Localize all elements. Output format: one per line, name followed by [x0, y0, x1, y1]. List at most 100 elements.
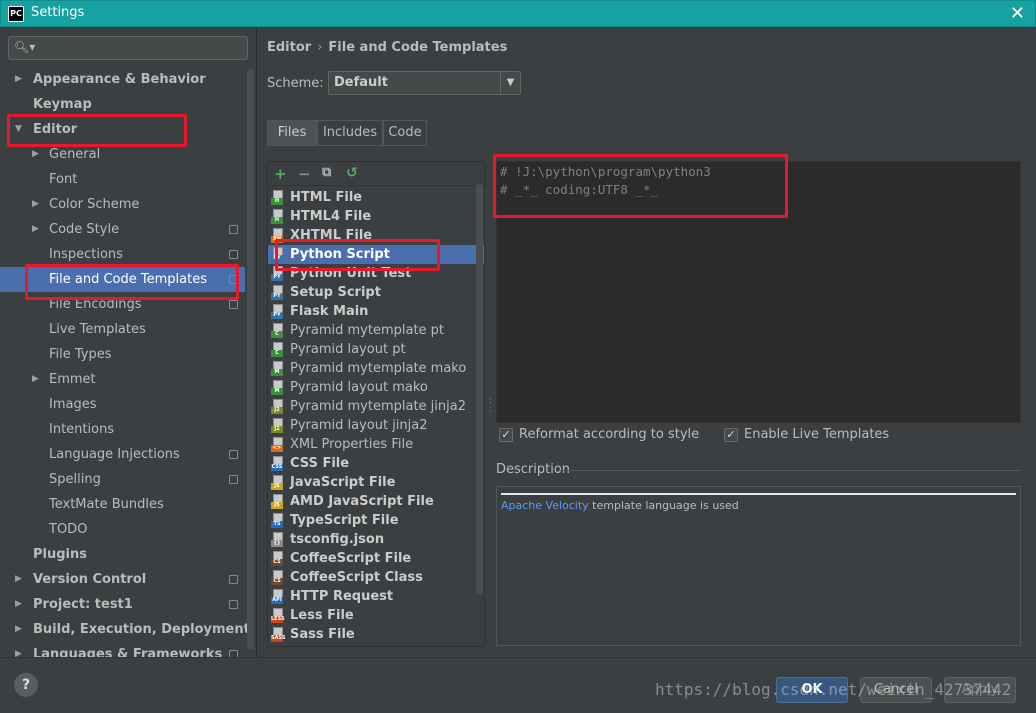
- list-item[interactable]: SASS Sass File: [268, 625, 484, 644]
- tab-includes[interactable]: Includes: [317, 120, 383, 146]
- remove-icon[interactable]: −: [298, 165, 311, 183]
- sidebar-item-file-encodings[interactable]: File Encodings: [0, 292, 245, 317]
- sidebar-item-build-execution-deployment[interactable]: ▶ Build, Execution, Deployment: [0, 617, 250, 642]
- list-item[interactable]: PY Setup Script: [268, 283, 484, 302]
- sidebar-item-images[interactable]: Images: [0, 392, 245, 417]
- file-template-icon: PY: [271, 247, 285, 262]
- expand-right-icon[interactable]: ▶: [15, 567, 22, 592]
- help-button[interactable]: ?: [14, 673, 38, 697]
- templates-list: H HTML File H HTML4 File XH XHTML File PY Pytho…: [268, 188, 484, 644]
- sidebar-item-language-injections[interactable]: Language Injections: [0, 442, 245, 467]
- sidebar-item-color-scheme[interactable]: ▶ Color Scheme: [0, 192, 245, 217]
- list-item[interactable]: XH XHTML File: [268, 226, 484, 245]
- expand-right-icon[interactable]: ▶: [32, 142, 39, 167]
- sidebar-item-todo[interactable]: TODO: [0, 517, 245, 542]
- list-item[interactable]: {} tsconfig.json: [268, 530, 484, 549]
- list-item[interactable]: J2 Pyramid layout jinja2: [268, 416, 484, 435]
- list-item[interactable]: M Pyramid layout mako: [268, 378, 484, 397]
- list-item[interactable]: TS TypeScript File: [268, 511, 484, 530]
- sidebar-item-intentions[interactable]: Intentions: [0, 417, 245, 442]
- sidebar-item-plugins[interactable]: Plugins: [0, 542, 245, 567]
- apache-velocity-link[interactable]: Apache Velocity: [501, 499, 589, 512]
- close-icon[interactable]: ✕: [1010, 3, 1025, 24]
- expand-right-icon[interactable]: ▶: [32, 367, 39, 392]
- list-item[interactable]: M Pyramid mytemplate mako: [268, 359, 484, 378]
- sidebar-item-keymap[interactable]: Keymap: [0, 92, 245, 117]
- breadcrumb-parent[interactable]: Editor: [267, 40, 311, 55]
- divider: [501, 493, 1016, 495]
- list-item[interactable]: JS AMD JavaScript File: [268, 492, 484, 511]
- expand-right-icon[interactable]: ▶: [15, 67, 22, 92]
- list-item[interactable]: PY Python Unit Test: [268, 264, 484, 283]
- expand-right-icon[interactable]: ▶: [15, 617, 22, 642]
- expand-down-icon[interactable]: ▼: [15, 117, 22, 142]
- list-item[interactable]: H HTML4 File: [268, 207, 484, 226]
- list-item[interactable]: J2 Pyramid mytemplate jinja2: [268, 397, 484, 416]
- tab-files[interactable]: Files: [267, 120, 317, 146]
- list-item[interactable]: API HTTP Request: [268, 587, 484, 606]
- file-template-icon: <>: [271, 437, 285, 452]
- expand-right-icon[interactable]: ▶: [15, 592, 22, 617]
- sidebar-item-code-style[interactable]: ▶ Code Style: [0, 217, 245, 242]
- search-input[interactable]: 🔍︎▾: [8, 36, 248, 60]
- splitter-handle[interactable]: · · · ·: [489, 396, 492, 417]
- expand-right-icon[interactable]: ▶: [32, 217, 39, 242]
- list-item[interactable]: PY Flask Main: [268, 302, 484, 321]
- description-box: Apache Velocity template language is use…: [496, 486, 1021, 646]
- sidebar-item-spelling[interactable]: Spelling: [0, 467, 245, 492]
- sidebar-item-appearance-behavior[interactable]: ▶ Appearance & Behavior: [0, 67, 245, 92]
- sidebar-item-file-and-code-templates[interactable]: File and Code Templates: [0, 267, 245, 292]
- description-label: Description: [496, 462, 571, 477]
- templates-scrollbar[interactable]: [476, 184, 483, 594]
- project-settings-icon: [229, 275, 238, 284]
- expand-right-icon[interactable]: ▶: [32, 192, 39, 217]
- code-line: # !J:\python\program\python3: [500, 164, 711, 179]
- chevron-down-icon[interactable]: ▼: [500, 72, 520, 94]
- sidebar-item-inspections[interactable]: Inspections: [0, 242, 245, 267]
- template-editor[interactable]: # !J:\python\program\python3 # _*_ codin…: [496, 161, 1021, 423]
- sidebar-scrollbar[interactable]: [247, 69, 254, 649]
- sidebar-item-font[interactable]: Font: [0, 167, 245, 192]
- list-item[interactable]: C Pyramid mytemplate pt: [268, 321, 484, 340]
- project-settings-icon: [229, 450, 238, 459]
- scheme-dropdown[interactable]: Default ▼: [328, 71, 521, 95]
- sidebar-item-version-control[interactable]: ▶ Version Control: [0, 567, 245, 592]
- reformat-checkbox[interactable]: ✓: [499, 428, 513, 442]
- sidebar-item-file-types[interactable]: File Types: [0, 342, 245, 367]
- sidebar-item-textmate-bundles[interactable]: TextMate Bundles: [0, 492, 245, 517]
- search-icon: 🔍︎▾: [14, 40, 36, 54]
- sidebar-item-label: Images: [49, 397, 97, 412]
- list-item[interactable]: PY Python Script: [268, 245, 484, 264]
- project-settings-icon: [229, 225, 238, 234]
- copy-icon[interactable]: ⧉: [322, 165, 331, 180]
- list-item[interactable]: CSS CSS File: [268, 454, 484, 473]
- live-templates-checkbox[interactable]: ✓: [724, 428, 738, 442]
- list-item[interactable]: C Pyramid layout pt: [268, 340, 484, 359]
- list-item[interactable]: CS CoffeeScript File: [268, 549, 484, 568]
- sidebar-item-live-templates[interactable]: Live Templates: [0, 317, 245, 342]
- file-template-icon: PY: [271, 304, 285, 319]
- sidebar-item-editor[interactable]: ▼ Editor: [0, 117, 245, 142]
- list-item[interactable]: LESS Less File: [268, 606, 484, 625]
- watermark-text: https://blog.csdn.net/weixin_42737442: [655, 680, 1012, 699]
- list-item[interactable]: H HTML File: [268, 188, 484, 207]
- reset-icon[interactable]: ↺: [346, 165, 358, 181]
- sidebar-item-label: Keymap: [33, 97, 92, 112]
- file-template-icon: XH: [271, 228, 285, 243]
- sidebar-item-general[interactable]: ▶ General: [0, 142, 245, 167]
- sidebar-item-emmet[interactable]: ▶ Emmet: [0, 367, 245, 392]
- sidebar-item-label: Languages & Frameworks: [33, 647, 223, 657]
- template-name: TypeScript File: [290, 513, 399, 528]
- list-item[interactable]: <> XML Properties File: [268, 435, 484, 454]
- breadcrumb-current: File and Code Templates: [328, 40, 508, 55]
- add-icon[interactable]: +: [274, 165, 287, 183]
- tab-code[interactable]: Code: [383, 120, 427, 146]
- sidebar-item-languages-frameworks[interactable]: ▶ Languages & Frameworks: [0, 642, 245, 657]
- list-item[interactable]: JS JavaScript File: [268, 473, 484, 492]
- list-item[interactable]: CS CoffeeScript Class: [268, 568, 484, 587]
- sidebar-item-project-test1[interactable]: ▶ Project: test1: [0, 592, 245, 617]
- expand-right-icon[interactable]: ▶: [15, 642, 22, 657]
- template-name: CSS File: [290, 456, 350, 471]
- scheme-value: Default: [334, 75, 388, 90]
- templates-list-panel: + − ⧉ ↺ H HTML File H HTML4 File XH XHTML Fil…: [267, 161, 485, 647]
